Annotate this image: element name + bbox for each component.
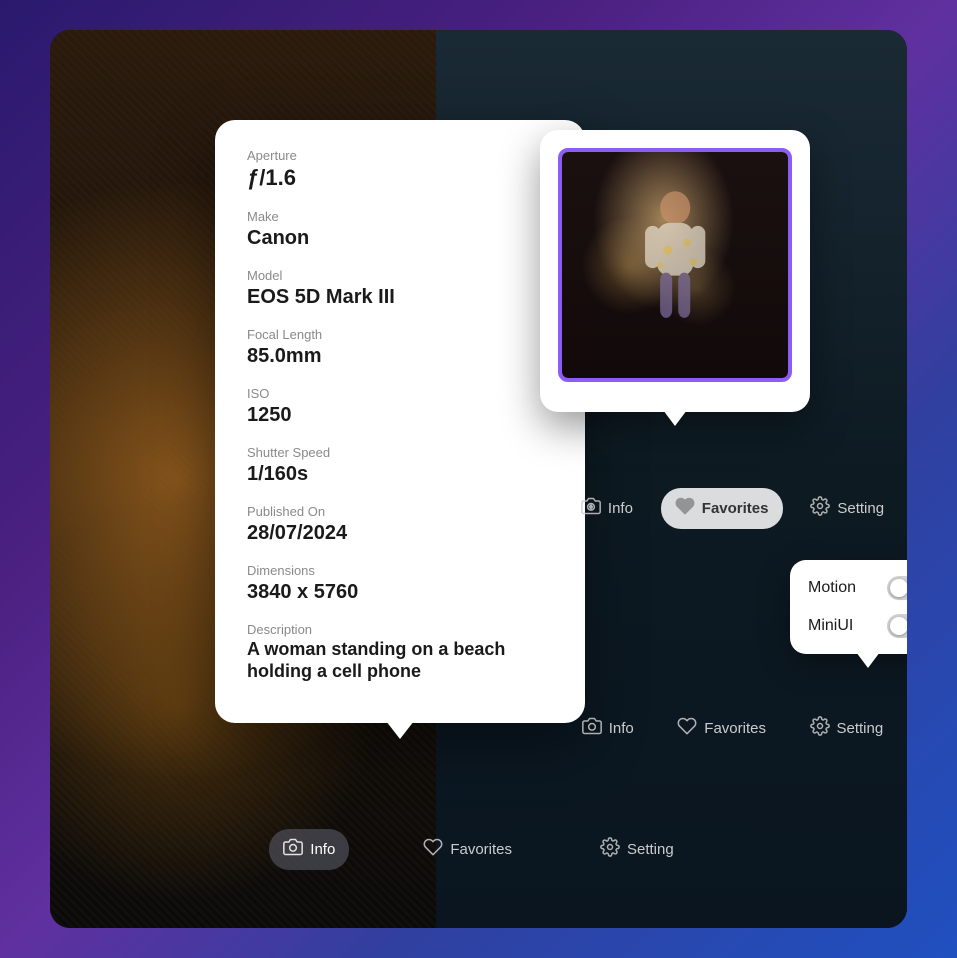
info-card: Aperture ƒ/1.6 Make Canon Model EOS 5D M… <box>215 120 585 723</box>
info-row-aperture: Aperture ƒ/1.6 <box>247 148 553 191</box>
info-button-2[interactable]: Info <box>568 708 648 749</box>
main-window: Aperture ƒ/1.6 Make Canon Model EOS 5D M… <box>50 30 907 928</box>
photo-frame <box>558 148 792 382</box>
info-button-1[interactable]: Info <box>567 488 647 529</box>
aperture-label: Aperture <box>247 148 553 163</box>
published-label: Published On <box>247 504 553 519</box>
motion-label: Motion <box>808 579 856 597</box>
miniui-toggle[interactable] <box>887 614 907 638</box>
toolbar-2: Info Favorites Setting <box>540 698 907 759</box>
model-label: Model <box>247 268 553 283</box>
make-value: Canon <box>247 226 553 250</box>
model-value: EOS 5D Mark III <box>247 285 553 309</box>
photo-figure <box>630 186 720 344</box>
miniui-label: MiniUI <box>808 617 853 635</box>
favorites-button-2[interactable]: Favorites <box>663 708 780 749</box>
favorites-button-3[interactable]: Favorites <box>409 829 526 870</box>
setting-button-3[interactable]: Setting <box>586 829 688 870</box>
gear-icon-1 <box>810 496 830 521</box>
dimensions-value: 3840 x 5760 <box>247 580 553 604</box>
favorites-label-1: Favorites <box>702 500 769 517</box>
focal-label: Focal Length <box>247 327 553 342</box>
focal-value: 85.0mm <box>247 344 553 368</box>
camera-info-icon-1 <box>581 496 601 521</box>
camera-svg-3 <box>283 837 303 857</box>
description-label: Description <box>247 622 553 637</box>
aperture-value: ƒ/1.6 <box>247 165 553 191</box>
heart-icon-3 <box>423 837 443 862</box>
setting-button-1[interactable]: Setting <box>796 488 898 529</box>
info-row-dimensions: Dimensions 3840 x 5760 <box>247 563 553 604</box>
info-button-3[interactable]: Info <box>269 829 349 870</box>
info-row-iso: ISO 1250 <box>247 386 553 427</box>
info-row-shutter: Shutter Speed 1/160s <box>247 445 553 486</box>
camera-svg-2 <box>582 716 602 736</box>
make-label: Make <box>247 209 553 224</box>
settings-popup: Motion MiniUI <box>790 560 907 654</box>
description-value: A woman standing on a beach holding a ce… <box>247 639 553 682</box>
toolbar-3: Info Favorites Setting <box>100 819 857 880</box>
heart-icon-1 <box>675 496 695 521</box>
gear-svg-1 <box>810 496 830 516</box>
photo-card <box>540 130 810 412</box>
iso-label: ISO <box>247 386 553 401</box>
camera-info-icon-2 <box>582 716 602 741</box>
heart-svg-3 <box>423 837 443 857</box>
setting-label-3: Setting <box>627 841 674 858</box>
gear-svg-3 <box>600 837 620 857</box>
info-row-focal: Focal Length 85.0mm <box>247 327 553 368</box>
gear-icon-3 <box>600 837 620 862</box>
setting-button-2[interactable]: Setting <box>796 708 898 749</box>
setting-label-1: Setting <box>837 500 884 517</box>
info-label-2: Info <box>609 720 634 737</box>
motion-row: Motion <box>808 576 907 600</box>
info-row-model: Model EOS 5D Mark III <box>247 268 553 309</box>
heart-svg-1 <box>675 496 695 516</box>
info-row-description: Description A woman standing on a beach … <box>247 622 553 682</box>
toolbar-1: Info Favorites Setting <box>540 478 907 539</box>
camera-info-icon-3 <box>283 837 303 862</box>
shutter-label: Shutter Speed <box>247 445 553 460</box>
setting-label-2: Setting <box>837 720 884 737</box>
info-label-1: Info <box>608 500 633 517</box>
favorites-label-2: Favorites <box>704 720 766 737</box>
favorites-label-3: Favorites <box>450 841 512 858</box>
favorites-button-1[interactable]: Favorites <box>661 488 783 529</box>
gear-svg-2 <box>810 716 830 736</box>
miniui-row: MiniUI <box>808 614 907 638</box>
heart-svg-2 <box>677 716 697 736</box>
published-value: 28/07/2024 <box>247 521 553 545</box>
info-row-published: Published On 28/07/2024 <box>247 504 553 545</box>
iso-value: 1250 <box>247 403 553 427</box>
dimensions-label: Dimensions <box>247 563 553 578</box>
camera-svg-1 <box>581 496 601 516</box>
shutter-value: 1/160s <box>247 462 553 486</box>
heart-icon-2 <box>677 716 697 741</box>
motion-toggle[interactable] <box>887 576 907 600</box>
info-label-3: Info <box>310 841 335 858</box>
gear-icon-2 <box>810 716 830 741</box>
info-row-make: Make Canon <box>247 209 553 250</box>
